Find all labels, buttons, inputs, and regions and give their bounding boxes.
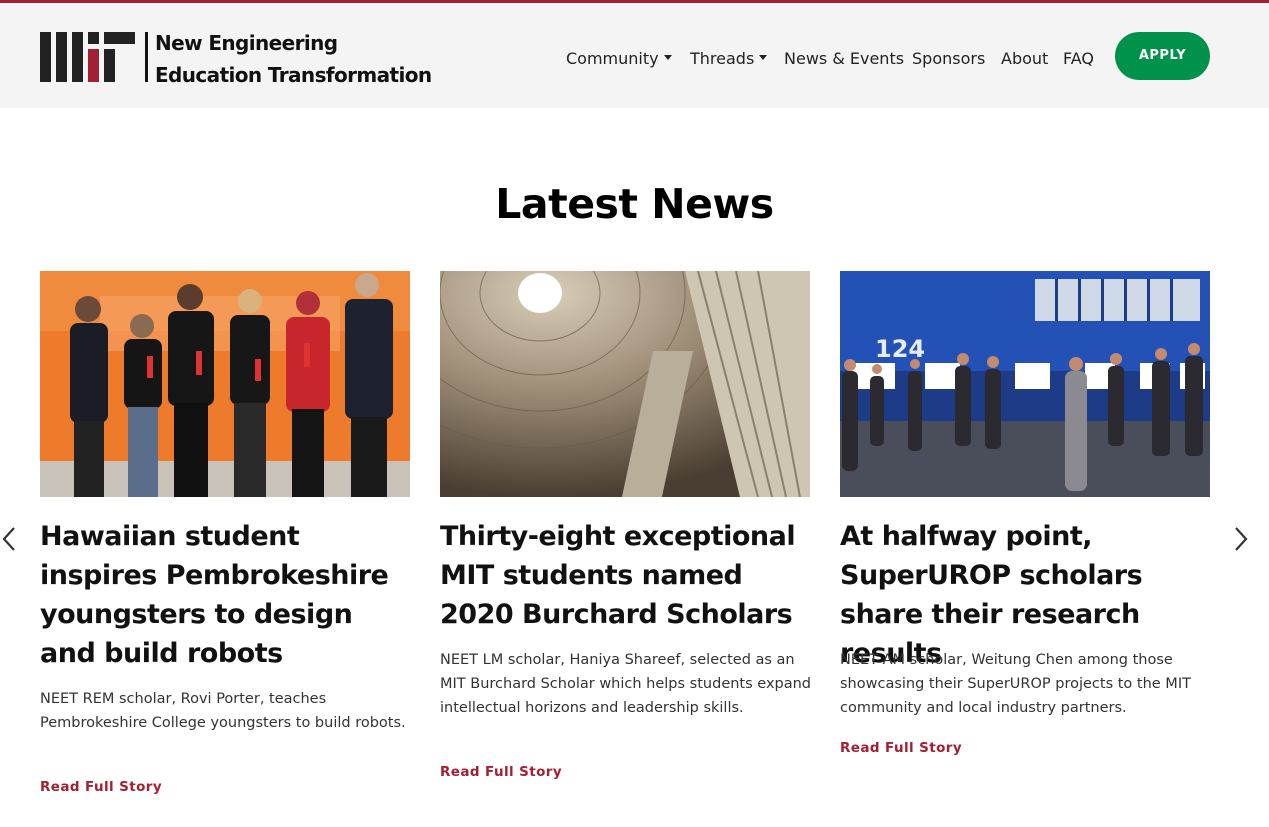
nav-item-faq[interactable]: FAQ <box>1063 48 1094 70</box>
mit-logo-icon <box>40 32 135 82</box>
news-card-summary: NEET REM scholar, Rovi Porter, teaches P… <box>40 691 406 731</box>
nav-item-sponsors[interactable]: Sponsors <box>912 48 985 70</box>
nav-label-threads: Threads <box>690 49 755 68</box>
nav-item-threads[interactable]: Threads <box>690 48 768 70</box>
section-title: Latest News <box>495 180 774 228</box>
news-card-title[interactable]: Thirty-eight exceptional MIT students na… <box>440 517 812 634</box>
chevron-left-icon <box>2 527 15 551</box>
news-card: Hawaiian student inspires Pembrokeshire … <box>40 271 410 795</box>
logo-line-1: New Engineering <box>155 31 338 55</box>
news-card-image[interactable] <box>40 271 410 497</box>
nav-item-about[interactable]: About <box>1001 48 1048 70</box>
news-card: Thirty-eight exceptional MIT students na… <box>440 271 811 780</box>
news-card-image[interactable]: 124 <box>840 271 1210 497</box>
read-full-story-link[interactable]: Read Full Story <box>40 779 162 795</box>
read-full-story-link[interactable]: Read Full Story <box>840 740 962 756</box>
apply-button[interactable]: APPLY <box>1115 32 1210 80</box>
news-card-title[interactable]: Hawaiian student inspires Pembrokeshire … <box>40 517 412 673</box>
nav-item-news-events[interactable]: News & Events <box>784 48 904 70</box>
news-card-summary: NEET LM scholar, Haniya Shareef, selecte… <box>440 652 812 716</box>
nav-item-community[interactable]: Community <box>566 48 672 70</box>
nav-label-community: Community <box>566 49 659 68</box>
news-card-summary: NEET AM scholar, Weitung Chen among thos… <box>840 652 1191 716</box>
news-card-image[interactable] <box>440 271 810 497</box>
caret-down-icon <box>663 55 672 60</box>
room-sign-label: 124 <box>875 335 925 363</box>
site-logo[interactable]: New Engineering Education Transformation <box>40 31 432 87</box>
logo-wordmark: New Engineering Education Transformation <box>155 27 432 91</box>
news-card: 124 At halfway point, SuperUROP scholars… <box>840 271 1210 756</box>
logo-line-2: Education Transformation <box>155 63 432 87</box>
logo-divider <box>145 32 148 82</box>
caret-down-icon <box>759 55 768 60</box>
carousel-prev-button[interactable] <box>0 524 20 554</box>
site-header: New Engineering Education Transformation… <box>0 3 1269 108</box>
read-full-story-link[interactable]: Read Full Story <box>440 764 562 780</box>
chevron-right-icon <box>1235 527 1248 551</box>
carousel-next-button[interactable] <box>1231 524 1251 554</box>
